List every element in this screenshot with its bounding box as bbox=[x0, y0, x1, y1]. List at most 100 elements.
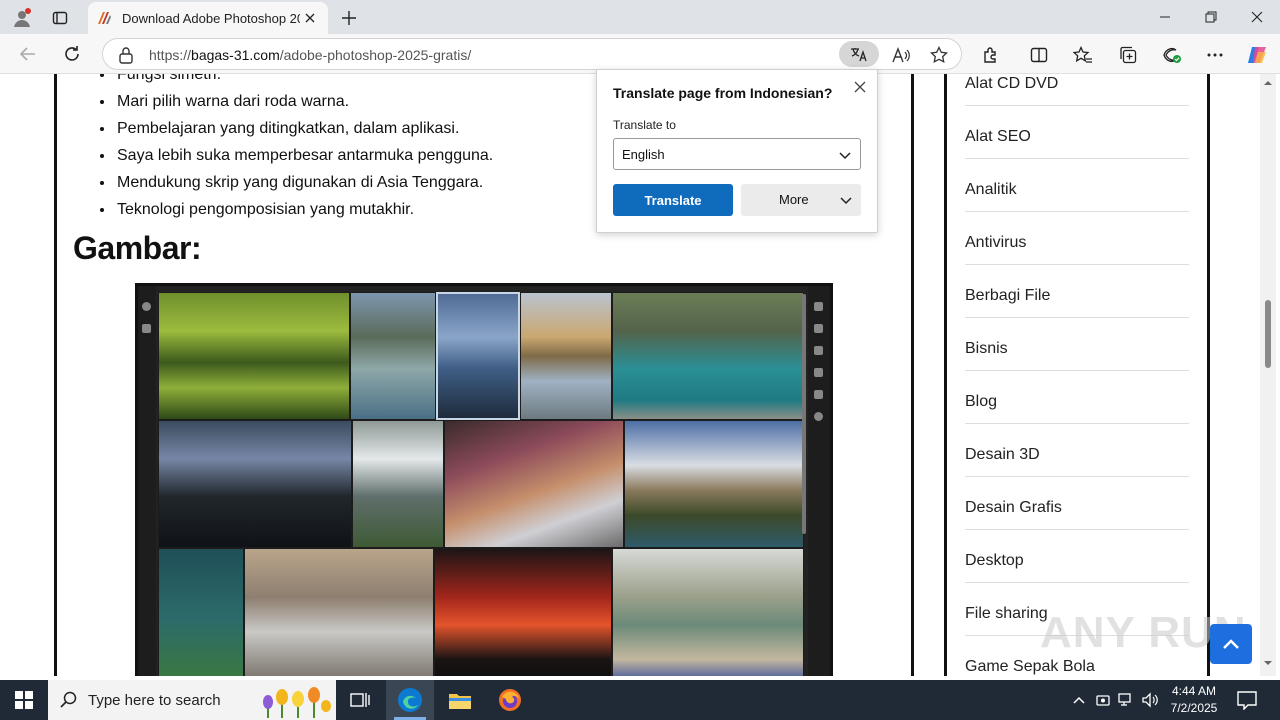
category-link[interactable]: Analitik bbox=[965, 159, 1189, 212]
category-link[interactable]: Alat SEO bbox=[965, 106, 1189, 159]
category-link[interactable]: Berbagi File bbox=[965, 265, 1189, 318]
tab-actions-icon[interactable] bbox=[48, 6, 72, 30]
list-item: Pembelajaran yang ditingkatkan, dalam ap… bbox=[115, 118, 493, 145]
close-tab-icon[interactable] bbox=[300, 8, 320, 28]
category-label: Alat CD DVD bbox=[965, 75, 1059, 92]
category-label: Desain Grafis bbox=[965, 499, 1062, 516]
translate-to-label: Translate to bbox=[613, 118, 676, 132]
windows-taskbar: Type here to search 4:44 AM 7/2/2025 bbox=[0, 680, 1280, 720]
selected-language: English bbox=[622, 147, 665, 162]
clock-date: 7/2/2025 bbox=[1170, 701, 1218, 715]
scroll-up-arrow-icon[interactable] bbox=[1263, 78, 1273, 88]
page-scrollbar[interactable] bbox=[1260, 74, 1276, 676]
add-favorite-star-icon[interactable] bbox=[927, 43, 951, 67]
toolstrip-icon bbox=[814, 368, 823, 377]
taskbar-clock[interactable]: 4:44 AM 7/2/2025 bbox=[1164, 683, 1224, 717]
search-placeholder: Type here to search bbox=[88, 692, 221, 709]
photo-tile bbox=[612, 292, 804, 420]
task-view-icon[interactable] bbox=[336, 680, 384, 720]
profile-icon[interactable] bbox=[10, 6, 34, 30]
collections-icon[interactable] bbox=[1115, 42, 1141, 68]
translate-button[interactable]: Translate bbox=[613, 184, 733, 216]
toolstrip-icon bbox=[814, 302, 823, 311]
list-item: Fungsi simetri. bbox=[115, 74, 493, 91]
clock-time: 4:44 AM bbox=[1171, 684, 1217, 698]
taskbar-search-box[interactable]: Type here to search bbox=[48, 680, 336, 720]
more-options-icon[interactable] bbox=[1202, 42, 1228, 68]
scroll-down-arrow-icon[interactable] bbox=[1263, 658, 1273, 668]
security-tray-icon[interactable] bbox=[1094, 691, 1112, 709]
browser-toolbar: https://bagas-31.com/adobe-photoshop-202… bbox=[0, 34, 1280, 74]
extensions-puzzle-icon[interactable] bbox=[978, 42, 1004, 68]
notifications-icon[interactable] bbox=[1236, 690, 1258, 710]
firefox-icon[interactable] bbox=[486, 680, 534, 720]
browser-tab[interactable]: Download Adobe Photoshop 2025 bbox=[88, 2, 328, 34]
close-popup-icon[interactable] bbox=[851, 78, 869, 96]
browser-essentials-icon[interactable] bbox=[1159, 42, 1185, 68]
category-link[interactable]: Desain 3D bbox=[965, 424, 1189, 477]
restore-icon[interactable] bbox=[1188, 0, 1234, 34]
photo-tile bbox=[244, 548, 434, 676]
network-icon[interactable] bbox=[1117, 691, 1135, 709]
category-label: Antivirus bbox=[965, 234, 1027, 251]
category-label: Berbagi File bbox=[965, 287, 1051, 304]
category-link[interactable]: Bisnis bbox=[965, 318, 1189, 371]
category-link[interactable]: Desain Grafis bbox=[965, 477, 1189, 530]
list-item: Mendukung skrip yang digunakan di Asia T… bbox=[115, 172, 493, 199]
toolstrip-icon bbox=[814, 412, 823, 421]
lock-icon[interactable] bbox=[117, 46, 135, 64]
tulip-flowers-icon bbox=[263, 687, 331, 718]
toolstrip-icon bbox=[814, 324, 823, 333]
translate-popup: Translate page from Indonesian? Translat… bbox=[596, 69, 878, 233]
translate-icon[interactable] bbox=[839, 41, 879, 67]
copilot-icon[interactable] bbox=[1244, 42, 1270, 68]
close-window-icon[interactable] bbox=[1234, 0, 1280, 34]
category-link[interactable]: Blog bbox=[965, 371, 1189, 424]
scroll-thumb[interactable] bbox=[1265, 300, 1271, 368]
language-select[interactable]: English bbox=[613, 138, 861, 170]
photo-tile bbox=[158, 420, 352, 548]
refresh-icon[interactable] bbox=[58, 40, 86, 68]
toolstrip-icon bbox=[142, 302, 151, 311]
popup-title: Translate page from Indonesian? bbox=[613, 85, 833, 101]
back-arrow-icon[interactable] bbox=[14, 40, 42, 68]
split-screen-icon[interactable] bbox=[1026, 42, 1052, 68]
left-toolstrip bbox=[138, 286, 156, 676]
category-label: Desain 3D bbox=[965, 446, 1040, 463]
category-link[interactable]: Antivirus bbox=[965, 212, 1189, 265]
category-link[interactable]: Desktop bbox=[965, 530, 1189, 583]
more-label: More bbox=[779, 192, 809, 207]
toolstrip-icon bbox=[814, 390, 823, 399]
address-bar[interactable]: https://bagas-31.com/adobe-photoshop-202… bbox=[102, 38, 962, 70]
edge-browser-icon[interactable] bbox=[386, 680, 434, 720]
category-sidebar: Alat CD DVD Alat SEO Analitik Antivirus … bbox=[944, 74, 1210, 676]
photo-tile bbox=[158, 292, 350, 420]
category-link[interactable]: Alat CD DVD bbox=[965, 74, 1189, 106]
photo-tile bbox=[158, 548, 244, 676]
favorites-icon[interactable] bbox=[1070, 42, 1096, 68]
chevron-up-tray-icon[interactable] bbox=[1070, 691, 1088, 709]
chevron-up-icon bbox=[1223, 639, 1239, 649]
search-icon bbox=[60, 691, 77, 708]
tab-title: Download Adobe Photoshop 2025 bbox=[122, 10, 301, 26]
toolstrip-icon bbox=[142, 324, 151, 333]
category-label: Analitik bbox=[965, 181, 1017, 198]
more-button[interactable]: More bbox=[741, 184, 861, 216]
read-aloud-icon[interactable] bbox=[889, 43, 913, 67]
volume-icon[interactable] bbox=[1141, 691, 1159, 709]
photo-tile bbox=[352, 420, 444, 548]
site-favicon-icon bbox=[96, 10, 112, 26]
url-text: https://bagas-31.com/adobe-photoshop-202… bbox=[149, 47, 471, 63]
category-label: Alat SEO bbox=[965, 128, 1031, 145]
file-explorer-icon[interactable] bbox=[436, 680, 484, 720]
toolstrip-icon bbox=[814, 346, 823, 355]
tab-bar: Download Adobe Photoshop 2025 bbox=[0, 0, 1280, 34]
photo-tile bbox=[350, 292, 436, 420]
back-to-top-button[interactable] bbox=[1210, 624, 1252, 664]
section-heading: Gambar: bbox=[73, 230, 202, 266]
minimize-icon[interactable] bbox=[1142, 0, 1188, 34]
windows-start-icon[interactable] bbox=[0, 680, 48, 720]
right-toolstrip bbox=[808, 286, 830, 676]
photoshop-scrollbar bbox=[802, 294, 806, 534]
new-tab-icon[interactable] bbox=[336, 5, 362, 31]
